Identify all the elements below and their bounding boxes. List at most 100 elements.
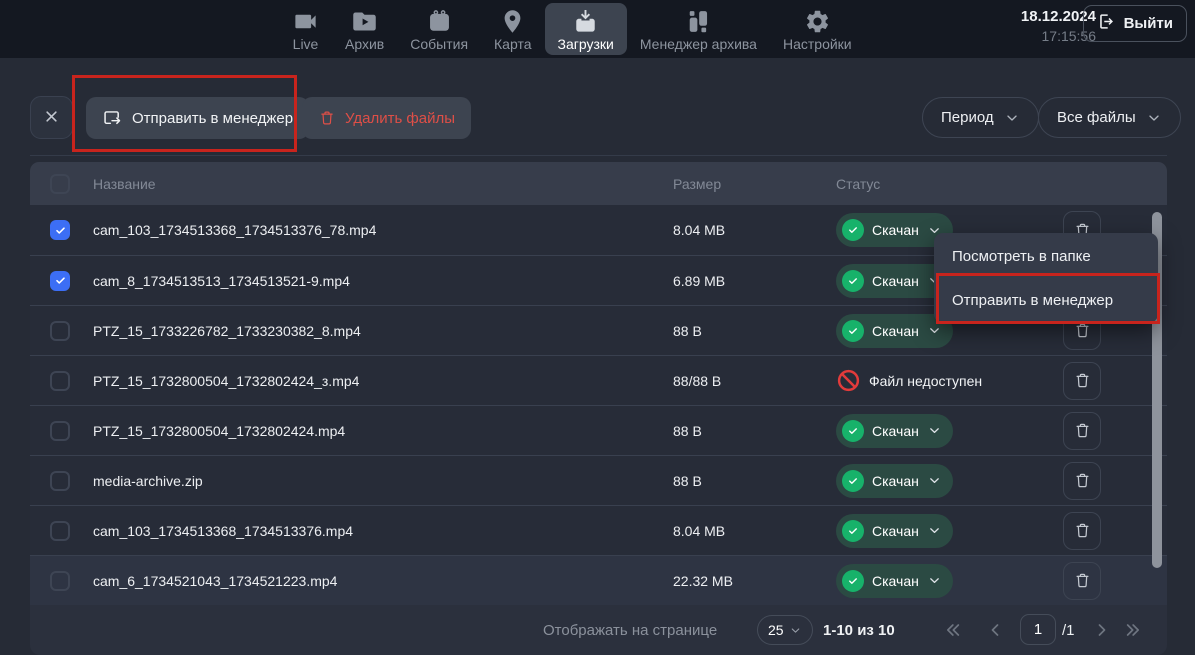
per-page-select[interactable]: 25 <box>757 615 813 645</box>
row-checkbox[interactable] <box>50 220 70 240</box>
close-selection-button[interactable] <box>30 96 73 139</box>
downloaded-check-icon <box>842 520 864 542</box>
file-name: cam_8_1734513513_1734513521-9.mp4 <box>80 273 673 289</box>
map-pin-icon <box>499 7 526 35</box>
status-label: Скачан <box>872 473 919 489</box>
status-badge-downloaded[interactable]: Скачан <box>836 564 953 598</box>
file-size: 22.32 MB <box>673 573 836 589</box>
downloaded-check-icon <box>842 420 864 442</box>
select-all-checkbox[interactable] <box>50 174 70 194</box>
row-checkbox[interactable] <box>50 571 70 591</box>
period-dropdown[interactable]: Период <box>922 97 1039 138</box>
nav-tab-label: Карта <box>494 36 531 52</box>
file-name: PTZ_15_1733226782_1733230382_8.mp4 <box>80 323 673 339</box>
status-label: Файл недоступен <box>869 373 982 389</box>
context-menu-item-send-to-manager[interactable]: Отправить в менеджер <box>934 278 1158 322</box>
context-menu: Посмотреть в папке Отправить в менеджер <box>934 233 1158 323</box>
nav-tab-settings[interactable]: Настройки <box>770 3 865 55</box>
download-icon <box>572 7 599 35</box>
gear-icon <box>804 7 831 35</box>
video-camera-icon <box>292 7 319 35</box>
delete-row-button[interactable] <box>1063 562 1101 600</box>
status-badge-downloaded[interactable]: Скачан <box>836 414 953 448</box>
column-size: Размер <box>673 176 836 192</box>
archive-folder-icon <box>351 7 378 35</box>
table-row: PTZ_15_1732800504_1732802424.mp488 BСкач… <box>30 405 1167 455</box>
downloaded-check-icon <box>842 570 864 592</box>
delete-row-button[interactable] <box>1063 512 1101 550</box>
file-size: 6.89 MB <box>673 273 836 289</box>
logout-button[interactable]: Выйти <box>1083 5 1187 42</box>
file-size: 8.04 MB <box>673 222 836 238</box>
nav-tab-live[interactable]: Live <box>279 3 332 55</box>
per-page-label: Отображать на странице <box>543 605 717 655</box>
trash-icon <box>318 109 336 127</box>
status-label: Скачан <box>872 323 919 339</box>
chevron-down-icon <box>927 473 942 488</box>
nav-tab-label: События <box>410 36 468 52</box>
logout-icon <box>1097 12 1116 35</box>
ban-icon <box>836 368 861 393</box>
delete-row-button[interactable] <box>1063 462 1101 500</box>
row-checkbox[interactable] <box>50 471 70 491</box>
first-page-button[interactable] <box>938 605 968 655</box>
status-label: Скачан <box>872 273 919 289</box>
delete-files-button[interactable]: Удалить файлы <box>302 97 471 139</box>
nav-tab-label: Менеджер архива <box>640 36 757 52</box>
file-size: 8.04 MB <box>673 523 836 539</box>
chevron-down-icon <box>927 423 942 438</box>
per-page-value: 25 <box>768 622 784 638</box>
row-checkbox[interactable] <box>50 321 70 341</box>
current-page-box[interactable]: 1 <box>1020 614 1056 645</box>
delete-files-label: Удалить файлы <box>345 110 455 127</box>
nav-tab-downloads[interactable]: Загрузки <box>545 3 627 55</box>
status-label: Скачан <box>872 523 919 539</box>
delete-row-button[interactable] <box>1063 362 1101 400</box>
chevron-down-icon <box>1146 110 1162 126</box>
nav-tabs: LiveАрхив События Карта Загрузки Менеджер ар… <box>279 3 865 55</box>
file-name: cam_103_1734513368_1734513376_78.mp4 <box>80 222 673 238</box>
file-type-dropdown[interactable]: Все файлы <box>1038 97 1181 138</box>
send-to-manager-icon <box>102 108 123 129</box>
file-name: cam_103_1734513368_1734513376.mp4 <box>80 523 673 539</box>
row-checkbox[interactable] <box>50 371 70 391</box>
status-badge-downloaded[interactable]: Скачан <box>836 464 953 498</box>
close-icon <box>42 107 61 129</box>
chevron-down-icon <box>927 523 942 538</box>
nav-tab-archive[interactable]: Архив <box>332 3 397 55</box>
calendar-icon <box>426 7 453 35</box>
nav-tab-label: Настройки <box>783 36 852 52</box>
row-checkbox[interactable] <box>50 421 70 441</box>
chevron-down-icon <box>927 573 942 588</box>
nav-tab-map[interactable]: Карта <box>481 3 544 55</box>
downloaded-check-icon <box>842 219 864 241</box>
file-size: 88 B <box>673 423 836 439</box>
status-label: Скачан <box>872 222 919 238</box>
last-page-button[interactable] <box>1118 605 1148 655</box>
send-to-manager-button[interactable]: Отправить в менеджер <box>86 97 309 139</box>
table-row: cam_6_1734521043_1734521223.mp422.32 MBС… <box>30 555 1167 605</box>
column-name: Название <box>80 176 673 192</box>
nav-tab-archive-manager[interactable]: Менеджер архива <box>627 3 770 55</box>
blocks-icon <box>685 7 712 35</box>
downloaded-check-icon <box>842 270 864 292</box>
status-badge-downloaded[interactable]: Скачан <box>836 514 953 548</box>
file-size: 88 B <box>673 323 836 339</box>
next-page-button[interactable] <box>1087 605 1117 655</box>
downloaded-check-icon <box>842 320 864 342</box>
file-type-label: Все файлы <box>1057 109 1136 126</box>
context-menu-item-open-folder[interactable]: Посмотреть в папке <box>934 234 1158 278</box>
top-navigation: LiveАрхив События Карта Загрузки Менеджер ар… <box>0 0 1195 58</box>
chevron-down-icon <box>789 624 802 637</box>
table-row: media-archive.zip88 BСкачан <box>30 455 1167 505</box>
row-checkbox[interactable] <box>50 521 70 541</box>
table-header: Название Размер Статус <box>30 162 1167 205</box>
prev-page-button[interactable] <box>980 605 1010 655</box>
items-range: 1-10 из 10 <box>823 605 895 655</box>
nav-tab-events[interactable]: События <box>397 3 481 55</box>
row-checkbox[interactable] <box>50 271 70 291</box>
file-name: PTZ_15_1732800504_1732802424.mp4 <box>80 423 673 439</box>
status-unavailable: Файл недоступен <box>836 368 1040 393</box>
logout-label: Выйти <box>1124 15 1173 32</box>
delete-row-button[interactable] <box>1063 412 1101 450</box>
